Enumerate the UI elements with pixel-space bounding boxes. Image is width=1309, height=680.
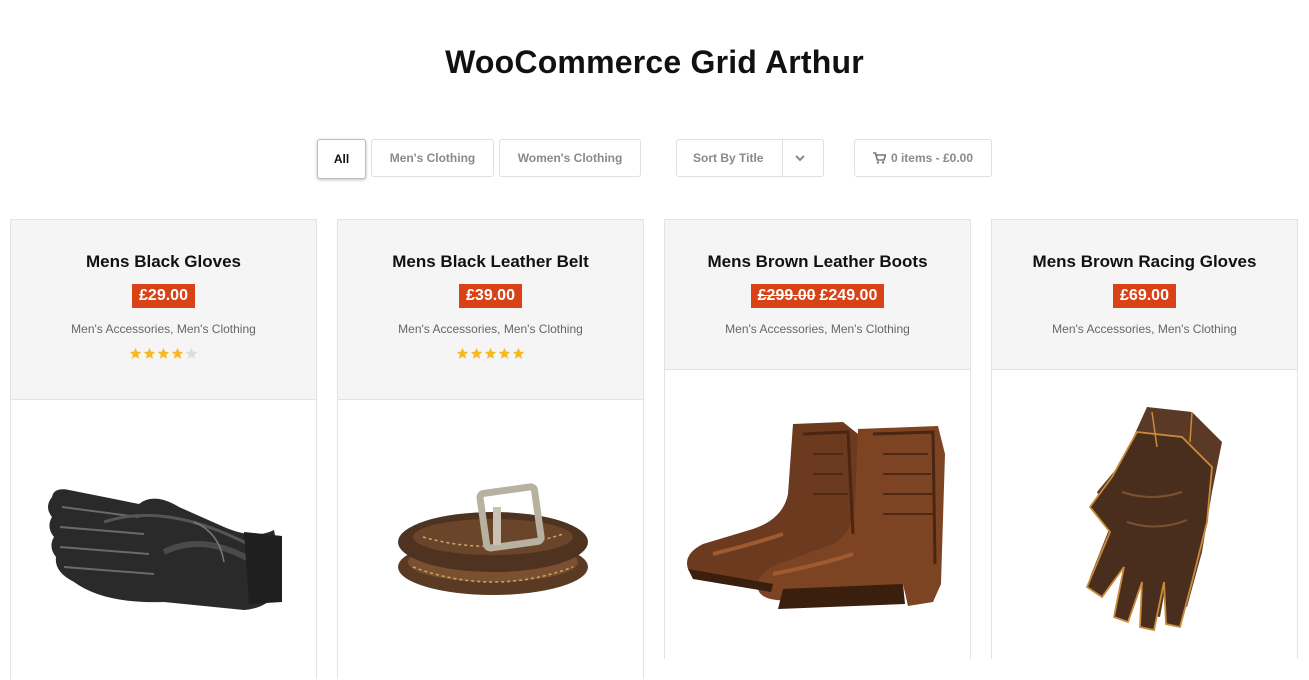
star-filled-icon: [498, 347, 511, 359]
product-title[interactable]: Mens Black Leather Belt: [338, 252, 643, 272]
product-image[interactable]: [992, 370, 1297, 660]
product-categories[interactable]: Men's Accessories, Men's Clothing: [665, 321, 970, 337]
filter-mens-clothing-button[interactable]: Men's Clothing: [371, 139, 494, 177]
product-price: £29.00: [139, 287, 188, 304]
mini-cart-button[interactable]: 0 items - £0.00: [854, 139, 992, 177]
product-image[interactable]: [11, 400, 316, 680]
product-title[interactable]: Mens Black Gloves: [11, 252, 316, 272]
racing-gloves-image: [1085, 407, 1222, 632]
chevron-down-icon[interactable]: [795, 153, 805, 163]
page-title: WooCommerce Grid Arthur: [445, 44, 864, 80]
product-old-price: £299.00: [757, 287, 816, 304]
product-categories[interactable]: Men's Accessories, Men's Clothing: [992, 321, 1297, 337]
star-filled-icon: [157, 347, 170, 359]
product-card[interactable]: Mens Black Gloves £29.00 Men's Accessori…: [10, 219, 317, 680]
star-filled-icon: [512, 347, 525, 359]
price-badge: £29.00: [132, 284, 195, 308]
price-badge: £299.00 £249.00: [750, 284, 885, 308]
star-filled-icon: [484, 347, 497, 359]
star-empty-icon: [185, 347, 198, 359]
product-categories[interactable]: Men's Accessories, Men's Clothing: [338, 321, 643, 337]
cart-summary: 0 items - £0.00: [890, 151, 974, 165]
black-gloves-image: [48, 489, 282, 610]
filter-womens-clothing-button[interactable]: Women's Clothing: [499, 139, 641, 177]
filter-all-button[interactable]: All: [317, 139, 366, 179]
star-rating: [338, 347, 643, 361]
product-price: £69.00: [1120, 287, 1169, 304]
product-card[interactable]: Mens Brown Racing Gloves £69.00 Men's Ac…: [991, 219, 1298, 660]
product-card[interactable]: Mens Brown Leather Boots £299.00 £249.00 …: [664, 219, 971, 660]
product-title[interactable]: Mens Brown Leather Boots: [665, 252, 970, 272]
star-filled-icon: [129, 347, 142, 359]
product-card[interactable]: Mens Black Leather Belt £39.00 Men's Acc…: [337, 219, 644, 680]
sort-label: Sort By Title: [693, 151, 764, 165]
star-rating: [11, 347, 316, 361]
product-title[interactable]: Mens Brown Racing Gloves: [992, 252, 1297, 272]
product-card-header: Mens Brown Racing Gloves £69.00 Men's Ac…: [992, 220, 1297, 370]
product-price: £39.00: [466, 287, 515, 304]
product-image[interactable]: [338, 400, 643, 680]
star-filled-icon: [470, 347, 483, 359]
leather-boots-image: [687, 422, 945, 609]
leather-belt-image: [398, 483, 588, 595]
sort-dropdown[interactable]: Sort By Title: [676, 139, 824, 177]
sort-divider: [782, 140, 783, 176]
price-badge: £69.00: [1113, 284, 1176, 308]
product-card-header: Mens Brown Leather Boots £299.00 £249.00 …: [665, 220, 970, 370]
star-filled-icon: [456, 347, 469, 359]
product-categories[interactable]: Men's Accessories, Men's Clothing: [11, 321, 316, 337]
price-badge: £39.00: [459, 284, 522, 308]
product-card-header: Mens Black Leather Belt £39.00 Men's Acc…: [338, 220, 643, 400]
star-filled-icon: [171, 347, 184, 359]
cart-icon: [872, 152, 886, 164]
shop-toolbar: All Men's Clothing Women's Clothing Sort…: [0, 139, 1309, 179]
product-image[interactable]: [665, 370, 970, 660]
product-card-header: Mens Black Gloves £29.00 Men's Accessori…: [11, 220, 316, 400]
product-price: £249.00: [819, 287, 878, 304]
star-filled-icon: [143, 347, 156, 359]
